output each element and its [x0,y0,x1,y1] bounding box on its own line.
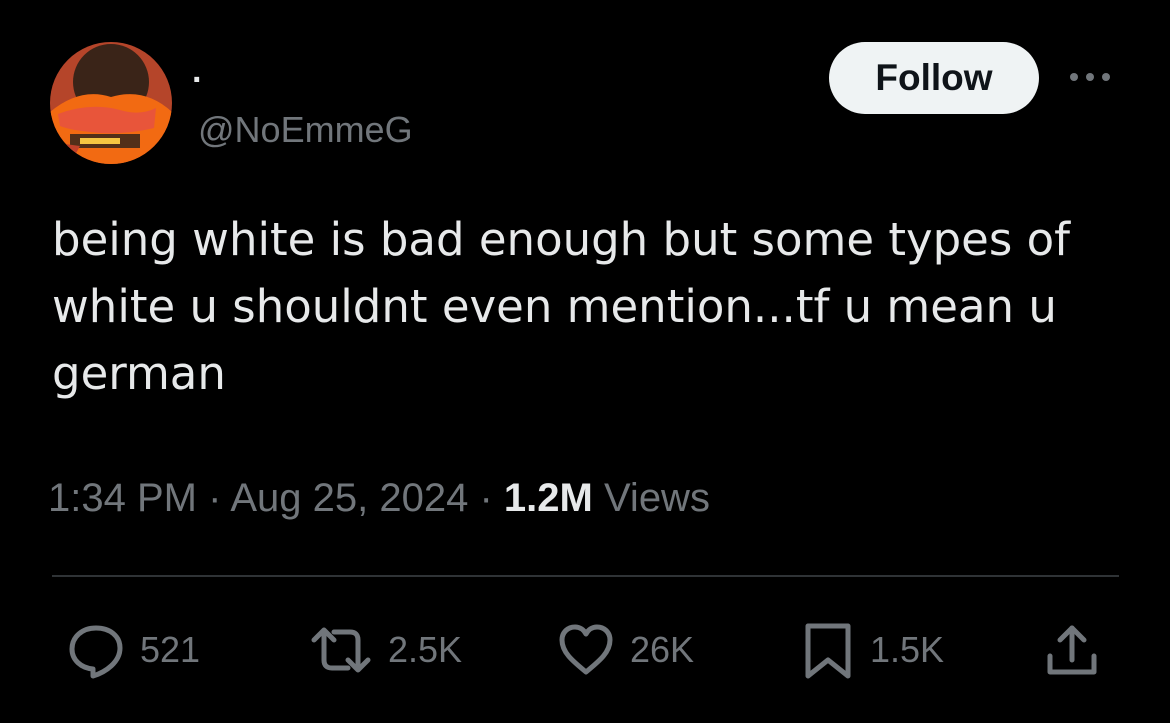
like-button[interactable]: 26K [556,620,694,680]
avatar[interactable] [50,42,172,164]
bookmark-count: 1.5K [870,629,945,670]
more-icon[interactable] [1066,62,1114,92]
repost-button[interactable]: 2.5K [308,620,462,680]
tweet-time[interactable]: 1:34 PM [48,476,197,520]
action-bar: 521 2.5K 26K 1.5K [0,610,1170,690]
tweet-meta: 1:34 PM · Aug 25, 2024 · 1.2M Views [48,472,710,524]
user-handle[interactable]: @NoEmmeG [198,108,413,152]
meta-separator: · [479,476,493,520]
repost-count: 2.5K [388,629,463,670]
like-count: 26K [630,629,695,670]
share-button[interactable] [1042,620,1102,680]
tweet-text: being white is bad enough but some types… [52,213,1070,400]
display-name[interactable]: · [192,60,203,100]
repost-icon [308,620,374,680]
divider [52,575,1119,577]
reply-icon [66,620,126,680]
heart-icon [556,620,616,680]
bookmark-icon [800,620,856,680]
views-count: 1.2M [503,476,593,520]
follow-button[interactable]: Follow [829,42,1039,114]
reply-count: 521 [140,629,201,670]
share-icon [1042,620,1102,680]
bookmark-button[interactable]: 1.5K [800,620,944,680]
views-label: Views [603,476,710,520]
meta-separator: · [208,476,222,520]
reply-button[interactable]: 521 [66,620,200,680]
tweet-date[interactable]: Aug 25, 2024 [230,476,468,520]
